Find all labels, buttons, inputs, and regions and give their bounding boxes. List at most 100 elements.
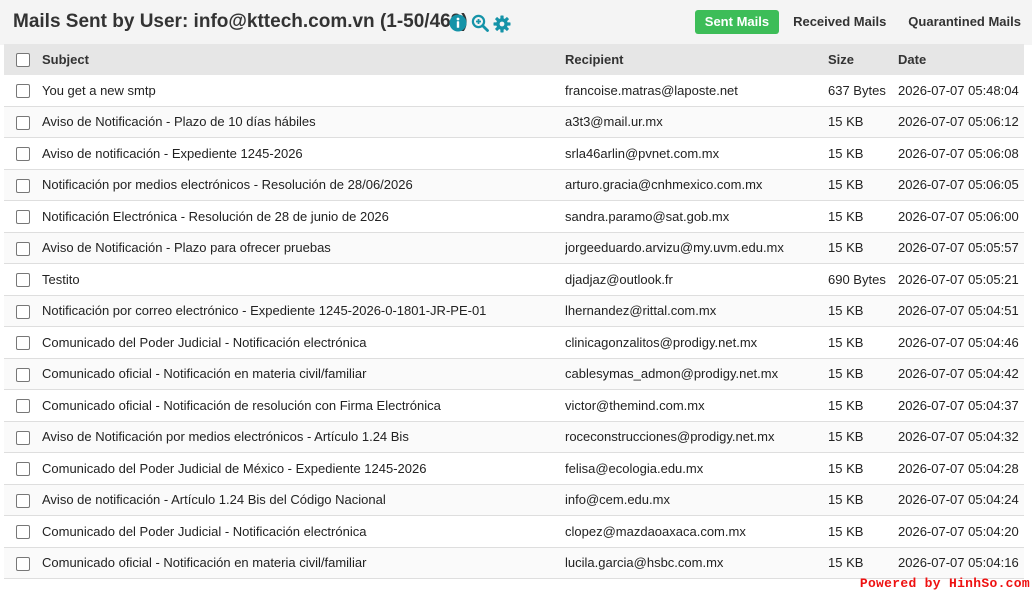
row-checkbox[interactable] [16, 399, 30, 414]
table-row[interactable]: Comunicado del Poder Judicial - Notifica… [4, 515, 1024, 548]
row-checkbox[interactable] [16, 84, 30, 99]
subject-cell[interactable]: Testito [42, 263, 565, 296]
date-cell: 2026-07-07 05:04:24 [898, 484, 1024, 516]
table-row[interactable]: Comunicado del Poder Judicial de México … [4, 452, 1024, 485]
row-checkbox[interactable] [16, 115, 30, 130]
size-cell: 15 KB [828, 169, 898, 201]
recipient-cell: sandra.paramo@sat.gob.mx [565, 200, 828, 233]
subject-cell[interactable]: You get a new smtp [42, 75, 565, 107]
gear-icon[interactable] [493, 15, 511, 33]
recipient-cell: clinicagonzalitos@prodigy.net.mx [565, 326, 828, 359]
subject-cell[interactable]: Comunicado oficial - Notificación de res… [42, 389, 565, 422]
table-row[interactable]: You get a new smtp francoise.matras@lapos… [4, 75, 1024, 107]
select-all-checkbox[interactable] [16, 53, 30, 68]
watermark: Powered by HinhSo.com [859, 576, 1030, 591]
table-row[interactable]: Aviso de Notificación por medios electró… [4, 421, 1024, 453]
recipient-cell: lucila.garcia@hsbc.com.mx [565, 547, 828, 579]
table-row[interactable]: Notificación por correo electrónico - Ex… [4, 295, 1024, 327]
row-checkbox-cell [4, 106, 42, 138]
page-title: Mails Sent by User: info@kttech.com.vn (… [13, 11, 468, 32]
recipient-cell: arturo.gracia@cnhmexico.com.mx [565, 169, 828, 201]
recipient-cell: a3t3@mail.ur.mx [565, 106, 828, 138]
recipient-cell: francoise.matras@laposte.net [565, 75, 828, 107]
row-checkbox[interactable] [16, 430, 30, 445]
size-cell: 15 KB [828, 326, 898, 359]
tab-sent-mails[interactable]: Sent Mails [694, 10, 780, 34]
zoom-icon[interactable] [471, 14, 489, 32]
row-checkbox[interactable] [16, 462, 30, 477]
subject-cell[interactable]: Comunicado del Poder Judicial - Notifica… [42, 326, 565, 359]
tab-quarantined-mails[interactable]: Quarantined Mails [897, 10, 1032, 34]
column-header-recipient[interactable]: Recipient [565, 44, 828, 75]
row-checkbox-cell [4, 232, 42, 264]
row-checkbox[interactable] [16, 525, 30, 540]
subject-cell[interactable]: Comunicado del Poder Judicial de México … [42, 452, 565, 485]
row-checkbox[interactable] [16, 556, 30, 571]
row-checkbox[interactable] [16, 336, 30, 351]
table-row[interactable]: Aviso de notificación - Artículo 1.24 Bi… [4, 484, 1024, 516]
size-cell: 15 KB [828, 547, 898, 579]
column-header-subject[interactable]: Subject [42, 44, 565, 75]
size-cell: 690 Bytes [828, 263, 898, 296]
date-cell: 2026-07-07 05:04:28 [898, 452, 1024, 485]
table-row[interactable]: Aviso de Notificación - Plazo de 10 días… [4, 106, 1024, 138]
subject-cell[interactable]: Notificación Electrónica - Resolución de… [42, 200, 565, 233]
subject-cell[interactable]: Aviso de notificación - Expediente 1245-… [42, 137, 565, 170]
row-checkbox[interactable] [16, 493, 30, 508]
date-cell: 2026-07-07 05:06:05 [898, 169, 1024, 201]
recipient-cell: felisa@ecologia.edu.mx [565, 452, 828, 485]
subject-cell[interactable]: Notificación por medios electrónicos - R… [42, 169, 565, 201]
page-header: Mails Sent by User: info@kttech.com.vn (… [0, 0, 1032, 45]
date-cell: 2026-07-07 05:04:16 [898, 547, 1024, 579]
size-cell: 15 KB [828, 389, 898, 422]
subject-cell[interactable]: Comunicado oficial - Notificación en mat… [42, 358, 565, 390]
table-row[interactable]: Aviso de notificación - Expediente 1245-… [4, 137, 1024, 170]
tab-received-mails[interactable]: Received Mails [782, 10, 897, 34]
row-checkbox[interactable] [16, 367, 30, 382]
mails-table: Subject Recipient Size Date You get a ne… [4, 44, 1024, 579]
subject-cell[interactable]: Aviso de Notificación por medios electró… [42, 421, 565, 453]
table-row[interactable]: Comunicado del Poder Judicial - Notifica… [4, 326, 1024, 359]
size-cell: 15 KB [828, 484, 898, 516]
column-header-date[interactable]: Date [898, 44, 1024, 75]
column-header-size[interactable]: Size [828, 44, 898, 75]
table-header-row: Subject Recipient Size Date [4, 44, 1024, 75]
row-checkbox-cell [4, 295, 42, 327]
row-checkbox-cell [4, 484, 42, 516]
recipient-cell: jorgeeduardo.arvizu@my.uvm.edu.mx [565, 232, 828, 264]
subject-cell[interactable]: Comunicado del Poder Judicial - Notifica… [42, 515, 565, 548]
recipient-cell: info@cem.edu.mx [565, 484, 828, 516]
date-cell: 2026-07-07 05:48:04 [898, 75, 1024, 107]
row-checkbox-cell [4, 452, 42, 485]
subject-cell[interactable]: Aviso de Notificación - Plazo de 10 días… [42, 106, 565, 138]
row-checkbox-cell [4, 200, 42, 233]
row-checkbox[interactable] [16, 178, 30, 193]
table-row[interactable]: Comunicado oficial - Notificación en mat… [4, 547, 1024, 579]
row-checkbox[interactable] [16, 273, 30, 288]
row-checkbox-cell [4, 515, 42, 548]
table-row[interactable]: Notificación Electrónica - Resolución de… [4, 200, 1024, 233]
row-checkbox-cell [4, 263, 42, 296]
recipient-cell: djadjaz@outlook.fr [565, 263, 828, 296]
row-checkbox[interactable] [16, 210, 30, 225]
date-cell: 2026-07-07 05:06:08 [898, 137, 1024, 170]
table-row[interactable]: Comunicado oficial - Notificación de res… [4, 389, 1024, 422]
row-checkbox[interactable] [16, 304, 30, 319]
subject-cell[interactable]: Aviso de Notificación - Plazo para ofrec… [42, 232, 565, 264]
row-checkbox[interactable] [16, 241, 30, 256]
size-cell: 15 KB [828, 295, 898, 327]
table-row[interactable]: Aviso de Notificación - Plazo para ofrec… [4, 232, 1024, 264]
date-cell: 2026-07-07 05:05:57 [898, 232, 1024, 264]
table-row[interactable]: Testito djadjaz@outlook.fr 690 Bytes 2026-0… [4, 263, 1024, 296]
info-icon[interactable] [449, 14, 467, 32]
subject-cell[interactable]: Comunicado oficial - Notificación en mat… [42, 547, 565, 579]
row-checkbox-cell [4, 137, 42, 170]
size-cell: 637 Bytes [828, 75, 898, 107]
row-checkbox[interactable] [16, 147, 30, 162]
row-checkbox-cell [4, 169, 42, 201]
subject-cell[interactable]: Aviso de notificación - Artículo 1.24 Bi… [42, 484, 565, 516]
recipient-cell: cablesymas_admon@prodigy.net.mx [565, 358, 828, 390]
table-row[interactable]: Notificación por medios electrónicos - R… [4, 169, 1024, 201]
table-row[interactable]: Comunicado oficial - Notificación en mat… [4, 358, 1024, 390]
subject-cell[interactable]: Notificación por correo electrónico - Ex… [42, 295, 565, 327]
